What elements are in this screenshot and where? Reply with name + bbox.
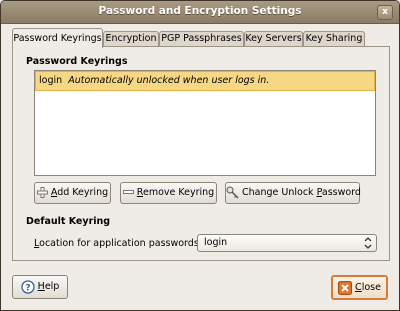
password-keyrings-heading: Password Keyrings	[26, 56, 128, 67]
default-keyring-heading: Default Keyring	[26, 216, 111, 227]
close-button[interactable]: Close	[331, 275, 388, 300]
list-item[interactable]: login Automatically unlocked when user l…	[35, 71, 375, 91]
tab-key-servers[interactable]: Key Servers	[244, 31, 303, 47]
keys-icon	[226, 186, 239, 199]
keyring-list[interactable]: login Automatically unlocked when user l…	[34, 70, 376, 176]
tab-password-keyrings[interactable]: Password Keyrings	[12, 28, 103, 48]
add-keyring-button[interactable]: Add Keyring	[34, 182, 111, 204]
location-label: Location for application passwords:	[34, 238, 202, 249]
tab-encryption[interactable]: Encryption	[103, 31, 159, 47]
change-label: assword	[321, 187, 361, 198]
location-label-text: ocation for application passwords:	[39, 238, 202, 249]
close-label: lose	[361, 282, 381, 293]
help-mnemonic: H	[37, 281, 45, 292]
default-keyring-select[interactable]: login	[197, 234, 377, 252]
close-mnemonic: C	[355, 282, 362, 293]
tab-key-sharing[interactable]: Key Sharing	[303, 31, 365, 47]
remove-label: emove Keyring	[142, 187, 215, 198]
window-close-button[interactable]: x	[377, 5, 393, 20]
remove-icon	[122, 190, 134, 194]
help-icon: ?	[21, 279, 35, 294]
window-title: Password and Encryption Settings	[98, 5, 302, 17]
svg-text:?: ?	[25, 283, 30, 293]
change-prefix: Change Unlock	[242, 187, 317, 198]
default-keyring-value: login	[204, 237, 228, 248]
settings-window: Password and Encryption Settings x Passw…	[0, 0, 400, 311]
add-label: dd Keyring	[57, 187, 109, 198]
help-button[interactable]: ? Help	[12, 275, 68, 299]
add-icon	[36, 187, 48, 198]
titlebar[interactable]: Password and Encryption Settings x	[1, 1, 399, 24]
combo-arrows-icon	[364, 237, 372, 249]
help-label: elp	[44, 281, 60, 292]
keyring-name: login	[39, 75, 63, 86]
keyring-status: Automatically unlocked when user logs in…	[68, 75, 270, 86]
close-icon	[338, 280, 353, 295]
change-unlock-password-button[interactable]: Change Unlock Password	[225, 182, 361, 204]
remove-keyring-button[interactable]: Remove Keyring	[120, 182, 217, 204]
tab-pgp-passphrases[interactable]: PGP Passphrases	[159, 31, 244, 47]
